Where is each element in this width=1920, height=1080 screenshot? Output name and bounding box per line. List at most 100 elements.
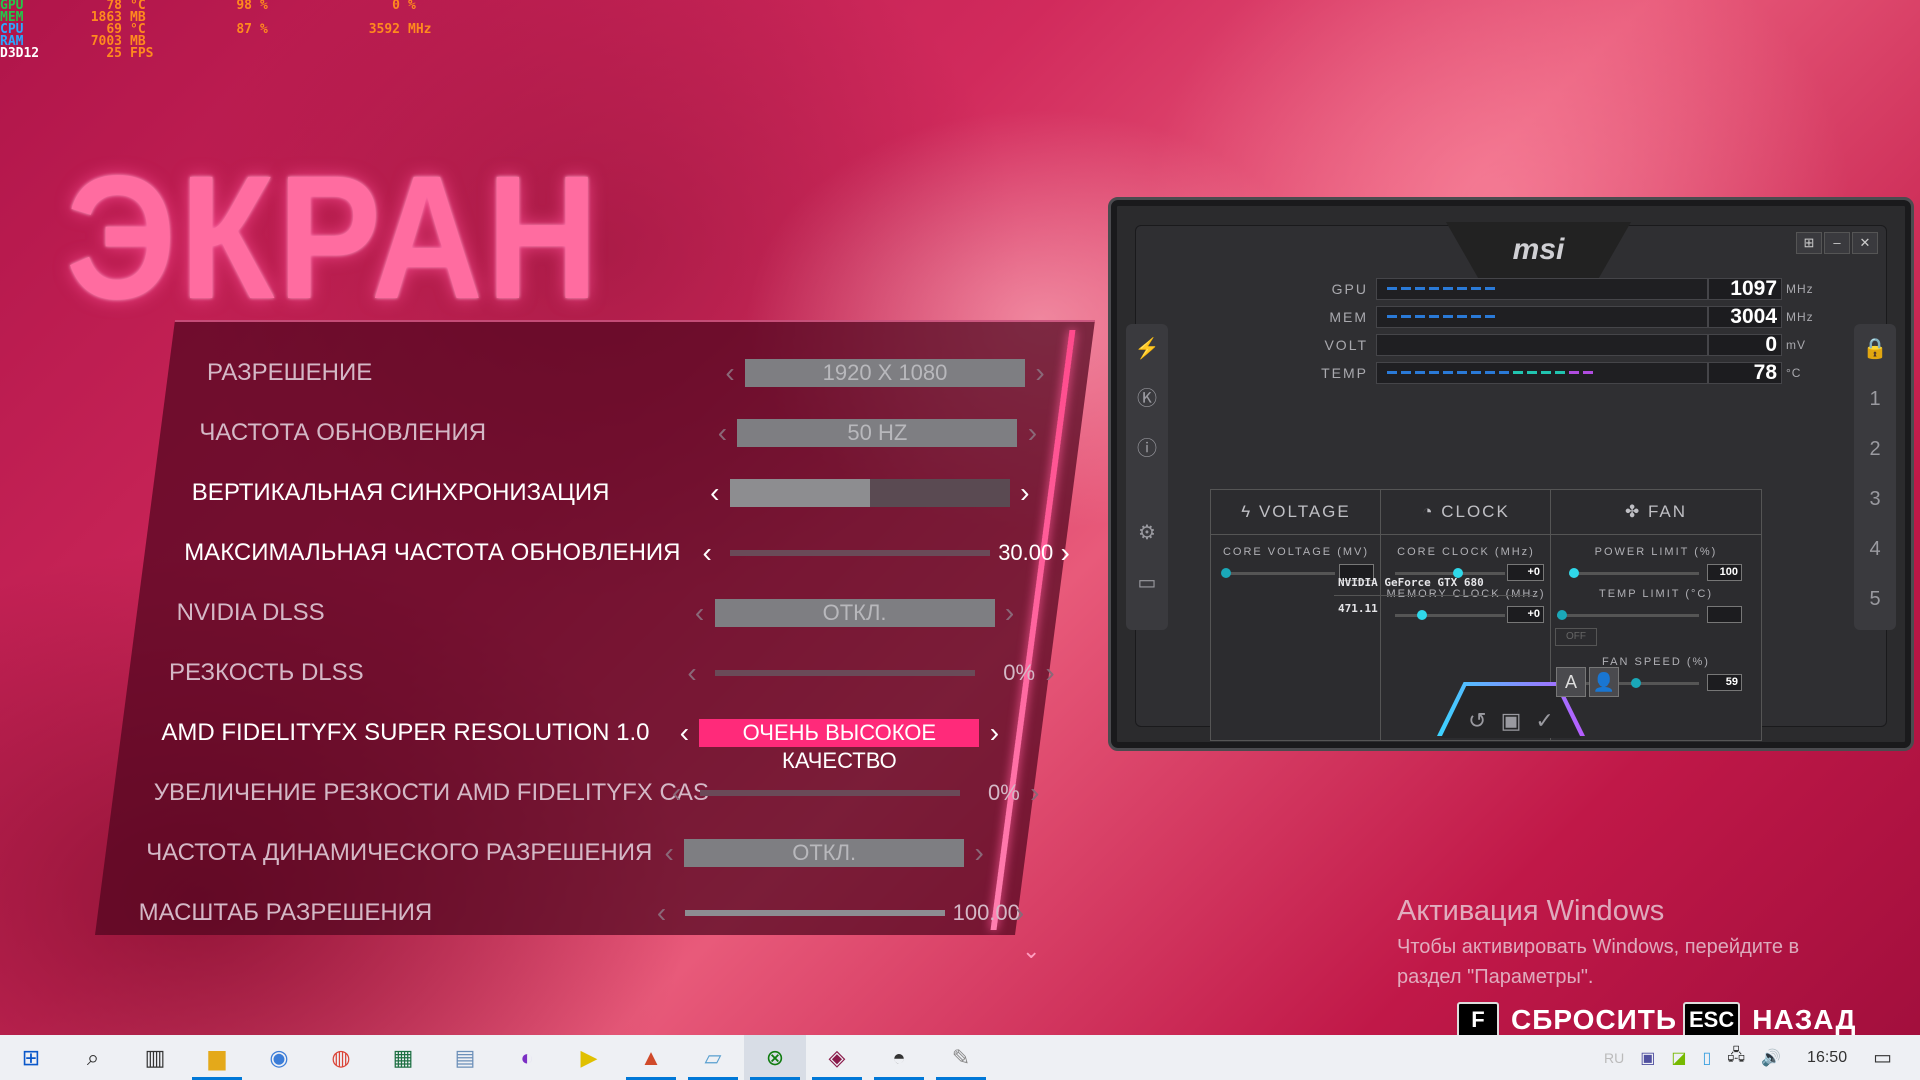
- chevron-left-icon[interactable]: ‹: [654, 837, 684, 869]
- temp-limit-slider[interactable]: [1557, 610, 1699, 620]
- power-limit-slider[interactable]: [1569, 568, 1699, 578]
- chevron-left-icon[interactable]: ‹: [715, 357, 745, 389]
- core-voltage-slider[interactable]: [1221, 568, 1335, 578]
- chevron-right-icon[interactable]: ›: [979, 717, 1009, 749]
- monitor-row-temp: TEMP 78 °C: [1306, 360, 1801, 386]
- clock[interactable]: 16:50: [1789, 1049, 1865, 1067]
- chevron-right-icon[interactable]: ›: [1050, 537, 1080, 569]
- setting-slider[interactable]: [715, 670, 975, 676]
- setting-row[interactable]: NVIDIA DLSS: [177, 588, 697, 638]
- chevron-right-icon[interactable]: ›: [1010, 477, 1040, 509]
- back-prompt[interactable]: ESC НАЗАД: [1683, 1002, 1856, 1038]
- profile-slot-5[interactable]: 5: [1869, 574, 1880, 624]
- chrome-icon[interactable]: ◍: [310, 1035, 372, 1080]
- reset-icon[interactable]: ↺: [1468, 708, 1486, 734]
- temp-limit-value[interactable]: [1707, 606, 1742, 623]
- monitor-icon[interactable]: ▭: [1138, 558, 1157, 608]
- chevron-right-icon[interactable]: ›: [1005, 897, 1035, 929]
- profile-slot-1[interactable]: 1: [1869, 374, 1880, 424]
- setting-row[interactable]: Частота обновления: [199, 408, 719, 458]
- media-player-icon[interactable]: ◐: [496, 1035, 558, 1080]
- tool-icon[interactable]: ✎: [930, 1035, 992, 1080]
- setting-label: Резкость DLSS: [169, 659, 364, 686]
- setting-label: Максимальная частота обновления: [184, 539, 681, 566]
- windows-icon[interactable]: ⊞: [1796, 232, 1822, 254]
- excel-icon[interactable]: ▦: [372, 1035, 434, 1080]
- chevron-left-icon[interactable]: ‹: [647, 897, 677, 929]
- tray-app-icon[interactable]: ▣: [1632, 1048, 1663, 1068]
- chevron-right-icon[interactable]: ›: [1017, 417, 1047, 449]
- chevron-right-icon[interactable]: ›: [964, 837, 994, 869]
- network-icon[interactable]: 🖧: [1719, 1044, 1753, 1071]
- xbox-icon[interactable]: ⊗: [744, 1035, 806, 1080]
- gauge-icon: ◔: [1422, 502, 1435, 521]
- setting-row[interactable]: Увеличение резкости AMD FidelityFX CAS: [154, 768, 709, 818]
- chevron-right-icon[interactable]: ›: [1035, 657, 1065, 689]
- setting-value[interactable]: 1920 X 1080: [745, 359, 1025, 387]
- setting-row[interactable]: Максимальная частота обновления: [184, 528, 704, 578]
- setting-slider[interactable]: [730, 550, 991, 556]
- chevron-right-icon[interactable]: ›: [995, 597, 1025, 629]
- volume-icon[interactable]: 🔊: [1753, 1048, 1789, 1068]
- setting-row[interactable]: Разрешение: [207, 348, 727, 398]
- chevron-left-icon[interactable]: ‹: [692, 537, 722, 569]
- video-player-icon[interactable]: ▶: [558, 1035, 620, 1080]
- apply-icon[interactable]: ✓: [1535, 708, 1553, 734]
- game-icon[interactable]: ◈: [806, 1035, 868, 1080]
- minimize-button[interactable]: –: [1824, 232, 1850, 254]
- setting-row[interactable]: AMD FidelityFX Super Resolution 1.0: [161, 708, 681, 758]
- notifications-icon[interactable]: ▭: [1865, 1045, 1920, 1070]
- fan-speed-value[interactable]: 59: [1707, 674, 1742, 691]
- chevron-left-icon[interactable]: ‹: [669, 717, 699, 749]
- power-limit-value[interactable]: 100: [1707, 564, 1742, 581]
- chevron-left-icon[interactable]: ‹: [685, 597, 715, 629]
- kombustor-icon[interactable]: Ⓚ: [1137, 374, 1157, 424]
- start-button[interactable]: ⊞: [0, 1035, 62, 1080]
- user-profile-icon[interactable]: 👤: [1589, 667, 1619, 697]
- chevron-left-icon[interactable]: ‹: [707, 417, 737, 449]
- power-limit-label: POWER LIMIT (%): [1594, 546, 1718, 558]
- tablet-icon[interactable]: ▯: [1694, 1048, 1719, 1068]
- notepad-icon[interactable]: ▱: [682, 1035, 744, 1080]
- paint-icon[interactable]: ▲: [620, 1035, 682, 1080]
- setting-value[interactable]: ОЧЕНЬ ВЫСОКОЕ КАЧЕСТВО: [699, 719, 980, 773]
- fan-auto-toggle[interactable]: OFF: [1555, 628, 1597, 646]
- reset-prompt[interactable]: F СБРОСИТЬ: [1457, 1002, 1677, 1038]
- chevron-left-icon[interactable]: ‹: [700, 477, 730, 509]
- close-button[interactable]: ✕: [1852, 232, 1878, 254]
- lock-icon[interactable]: 🔒: [1863, 324, 1888, 374]
- chevron-left-icon[interactable]: ‹: [677, 657, 707, 689]
- profile-slot-3[interactable]: 3: [1869, 474, 1880, 524]
- setting-value[interactable]: [729, 479, 1010, 507]
- setting-value[interactable]: ОТКЛ.: [684, 839, 965, 867]
- setting-row[interactable]: Вертикальная синхронизация: [192, 468, 712, 518]
- chevron-right-icon[interactable]: ›: [1020, 777, 1050, 809]
- info-icon[interactable]: ⓘ: [1137, 424, 1157, 474]
- setting-row[interactable]: Частота динамического разрешения: [146, 828, 666, 878]
- osd-u3: MHz: [408, 22, 432, 37]
- scroll-down-icon[interactable]: ⌄: [1022, 938, 1040, 964]
- task-view-icon[interactable]: ▥: [124, 1035, 186, 1080]
- profile-slot-4[interactable]: 4: [1869, 524, 1880, 574]
- setting-slider[interactable]: [699, 790, 960, 796]
- file-explorer-icon[interactable]: ▆: [186, 1035, 248, 1080]
- chevron-right-icon[interactable]: ›: [1025, 357, 1055, 389]
- setting-value[interactable]: ОТКЛ.: [714, 599, 995, 627]
- profile-slot-2[interactable]: 2: [1869, 424, 1880, 474]
- language-indicator[interactable]: RU: [1596, 1050, 1632, 1066]
- qbittorrent-icon[interactable]: ◉: [248, 1035, 310, 1080]
- image-viewer-icon[interactable]: ▤: [434, 1035, 496, 1080]
- chevron-left-icon[interactable]: ‹: [662, 777, 692, 809]
- save-icon[interactable]: ▣: [1501, 708, 1522, 734]
- nvidia-icon[interactable]: ◪: [1663, 1048, 1694, 1068]
- auto-profile-icon[interactable]: A: [1556, 667, 1586, 697]
- afterburner-taskbar-icon[interactable]: ◓: [868, 1035, 930, 1080]
- setting-slider[interactable]: [684, 910, 945, 916]
- monitor-unit: MHz: [1786, 310, 1814, 324]
- settings-gear-icon[interactable]: ⚙: [1138, 508, 1156, 558]
- oc-scanner-icon[interactable]: ⚡: [1135, 324, 1160, 374]
- search-icon[interactable]: ⌕: [62, 1035, 124, 1080]
- setting-row[interactable]: Резкость DLSS: [169, 648, 689, 698]
- setting-row[interactable]: Масштаб разрешения: [139, 888, 659, 938]
- setting-value[interactable]: 50 HZ: [737, 419, 1018, 447]
